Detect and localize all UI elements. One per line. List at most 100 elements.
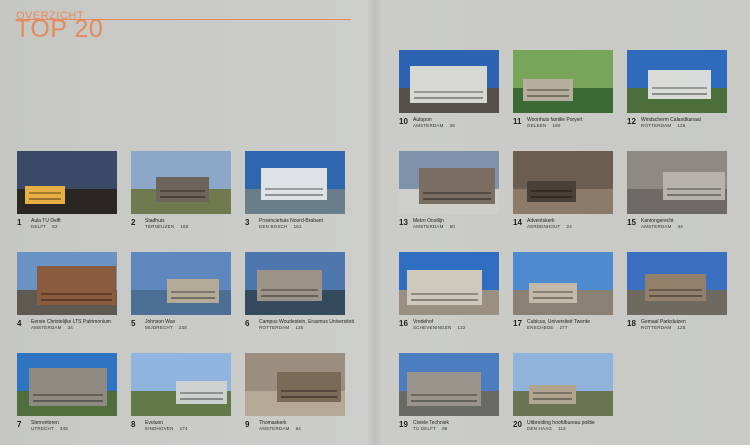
city-label: DELFT xyxy=(31,224,47,229)
building-photo xyxy=(245,252,345,315)
location-line: AMSTERDAM 50 xyxy=(413,224,455,230)
ranking-card-3: 3 Provinciehuis Noord-Brabant DEN BOSCH 162 xyxy=(245,151,345,238)
count-value: 174 xyxy=(179,426,188,431)
rank-number: 1 xyxy=(17,218,22,227)
count-value: 130 xyxy=(295,325,304,330)
rank-number: 18 xyxy=(627,319,636,328)
building-photo xyxy=(17,252,117,315)
count-value: 96 xyxy=(442,426,448,431)
building-photo xyxy=(399,252,499,315)
rank-number: 9 xyxy=(245,420,250,429)
city-label: AMSTERDAM xyxy=(641,224,672,229)
city-label: GELEEN xyxy=(527,123,547,128)
ranking-card-15: 15 Kantongerecht AMSTERDAM 44 xyxy=(627,151,727,238)
city-label: DEN BOSCH xyxy=(259,224,288,229)
ranking-card-13: 13 Metro Oostlijn AMSTERDAM 50 xyxy=(399,151,499,238)
count-value: 238 xyxy=(178,325,187,330)
count-value: 82 xyxy=(52,224,58,229)
count-value: 24 xyxy=(566,224,572,229)
city-label: EINDHOVEN xyxy=(145,426,174,431)
city-label: MIJDRECHT xyxy=(145,325,173,330)
city-label: ROTTERDAM xyxy=(641,325,672,330)
building-photo xyxy=(399,151,499,214)
location-line: TU DELFT 96 xyxy=(413,426,448,432)
page-title: TOP 20 xyxy=(15,15,104,43)
city-label: TU DELFT xyxy=(413,426,437,431)
rank-number: 4 xyxy=(17,319,22,328)
rank-number: 17 xyxy=(513,319,522,328)
city-label: AMSTERDAM xyxy=(259,426,290,431)
rank-number: 15 xyxy=(627,218,636,227)
count-value: 277 xyxy=(559,325,568,330)
count-value: 28 xyxy=(449,123,455,128)
count-value: 125 xyxy=(677,325,686,330)
building-photo xyxy=(17,151,117,214)
ranking-card-7: 7 Sterrentoren UTRECHT 345 xyxy=(17,353,117,440)
building-photo xyxy=(245,151,345,214)
rank-number: 14 xyxy=(513,218,522,227)
building-photo xyxy=(627,50,727,113)
rank-number: 11 xyxy=(513,117,522,126)
building-photo xyxy=(131,252,231,315)
count-value: 34 xyxy=(67,325,73,330)
city-label: DEN HAAG xyxy=(527,426,553,431)
location-line: DEN HAAG 112 xyxy=(527,426,566,432)
ranking-card-18: 18 Gemaal Parksluizen ROTTERDAM 125 xyxy=(627,252,727,339)
location-line: ENSCHEDE 277 xyxy=(527,325,568,331)
ranking-card-2: 2 Stadhuis TERNEUZEN 160 xyxy=(131,151,231,238)
rank-number: 10 xyxy=(399,117,408,126)
location-line: AMSTERDAM 28 xyxy=(413,123,455,129)
city-label: AMSTERDAM xyxy=(413,123,444,128)
ranking-card-17: 17 Cubicus, Universiteit Twente ENSCHEDE 27… xyxy=(513,252,613,339)
magazine-spread: OVERZICHT TOP 20 1 Aula TU Delft DELFT 82 2 S… xyxy=(0,0,750,445)
building-photo xyxy=(513,50,613,113)
location-line: ROTTERDAM 130 xyxy=(259,325,303,331)
city-label: SCHEVENINGEN xyxy=(413,325,452,330)
rank-number: 19 xyxy=(399,420,408,429)
rank-number: 8 xyxy=(131,420,136,429)
rank-number: 6 xyxy=(245,319,250,328)
building-photo xyxy=(513,151,613,214)
city-label: AMSTERDAM xyxy=(413,224,444,229)
city-label: UTRECHT xyxy=(31,426,54,431)
location-line: AMSTERDAM 44 xyxy=(641,224,683,230)
ranking-card-8: 8 Evoluon EINDHOVEN 174 xyxy=(131,353,231,440)
building-photo xyxy=(399,50,499,113)
building-photo xyxy=(17,353,117,416)
location-line: AERDENHOUT 24 xyxy=(527,224,572,230)
rank-number: 16 xyxy=(399,319,408,328)
ranking-card-6: 6 Campus Woudestein, Erasmus Universiteit… xyxy=(245,252,354,339)
rank-number: 20 xyxy=(513,420,522,429)
location-line: SCHEVENINGEN 132 xyxy=(413,325,466,331)
location-line: ROTTERDAM 125 xyxy=(641,325,685,331)
rank-number: 2 xyxy=(131,218,136,227)
count-value: 50 xyxy=(449,224,455,229)
city-label: ROTTERDAM xyxy=(641,123,672,128)
rank-number: 7 xyxy=(17,420,22,429)
ranking-card-16: 16 Vredehof SCHEVENINGEN 132 xyxy=(399,252,499,339)
count-value: 44 xyxy=(677,224,683,229)
building-photo xyxy=(131,151,231,214)
building-photo xyxy=(627,252,727,315)
ranking-card-9: 9 Thomaskerk AMSTERDAM 64 xyxy=(245,353,345,440)
location-line: AMSTERDAM 64 xyxy=(259,426,301,432)
location-line: TERNEUZEN 160 xyxy=(145,224,188,230)
ranking-card-1: 1 Aula TU Delft DELFT 82 xyxy=(17,151,117,238)
building-photo xyxy=(513,252,613,315)
count-value: 345 xyxy=(59,426,69,431)
location-line: ROTTERDAM 126 xyxy=(641,123,685,129)
building-photo xyxy=(627,151,727,214)
city-label: ROTTERDAM xyxy=(259,325,290,330)
count-value: 64 xyxy=(295,426,301,431)
count-value: 162 xyxy=(293,224,302,229)
rank-number: 12 xyxy=(627,117,636,126)
count-value: 180 xyxy=(552,123,561,128)
city-label: ENSCHEDE xyxy=(527,325,554,330)
ranking-card-5: 5 Johnson Wax MIJDRECHT 238 xyxy=(131,252,231,339)
building-photo xyxy=(513,353,613,416)
rank-number: 13 xyxy=(399,218,408,227)
ranking-card-14: 14 Adventskerk AERDENHOUT 24 xyxy=(513,151,613,238)
count-value: 160 xyxy=(180,224,189,229)
ranking-card-11: 11 Woonhuis familie Poryert GELEEN 180 xyxy=(513,50,613,137)
location-line: GELEEN 180 xyxy=(527,123,561,129)
